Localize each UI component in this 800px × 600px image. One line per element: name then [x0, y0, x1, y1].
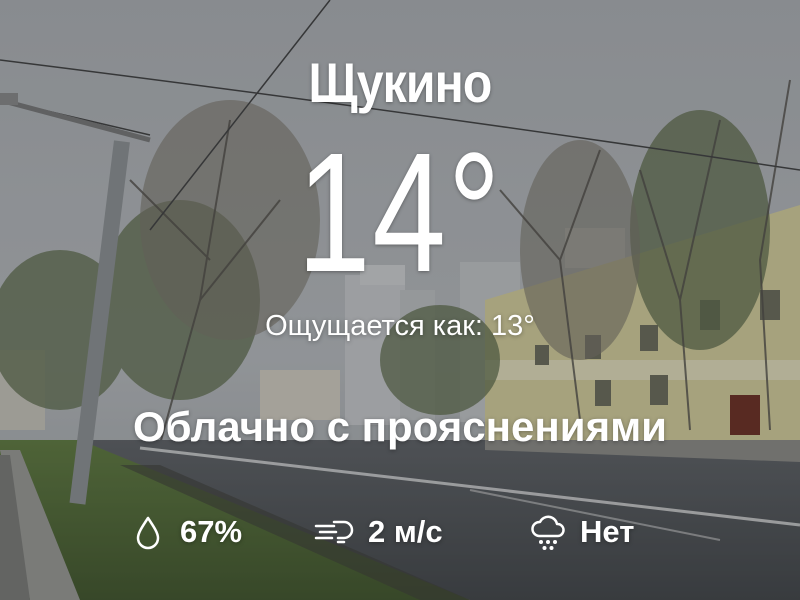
rain-cloud-icon — [531, 515, 565, 550]
precipitation-value: Нет — [580, 514, 635, 549]
droplet-icon — [136, 516, 160, 550]
wind-stat: 2 м/с — [312, 508, 443, 556]
location-name: Щукино — [308, 51, 493, 114]
temperature-value: 14° — [297, 118, 503, 308]
humidity-value: 67% — [180, 514, 243, 549]
feels-like-text: Ощущается как: 13° — [265, 310, 535, 342]
weather-condition: Облачно с прояснениями — [133, 403, 667, 450]
weather-content: Щукино 14° Ощущается как: 13° Облачно с … — [0, 0, 800, 600]
weather-card: Щукино 14° Ощущается как: 13° Облачно с … — [0, 0, 800, 600]
current-temperature: 14° — [0, 128, 800, 298]
wind-icon — [314, 520, 354, 544]
humidity-stat: 67% — [128, 508, 242, 556]
weather-details: 67% 2 м/с Нет — [0, 508, 800, 556]
precipitation-stat: Нет — [528, 508, 634, 556]
wind-value: 2 м/с — [368, 514, 443, 549]
